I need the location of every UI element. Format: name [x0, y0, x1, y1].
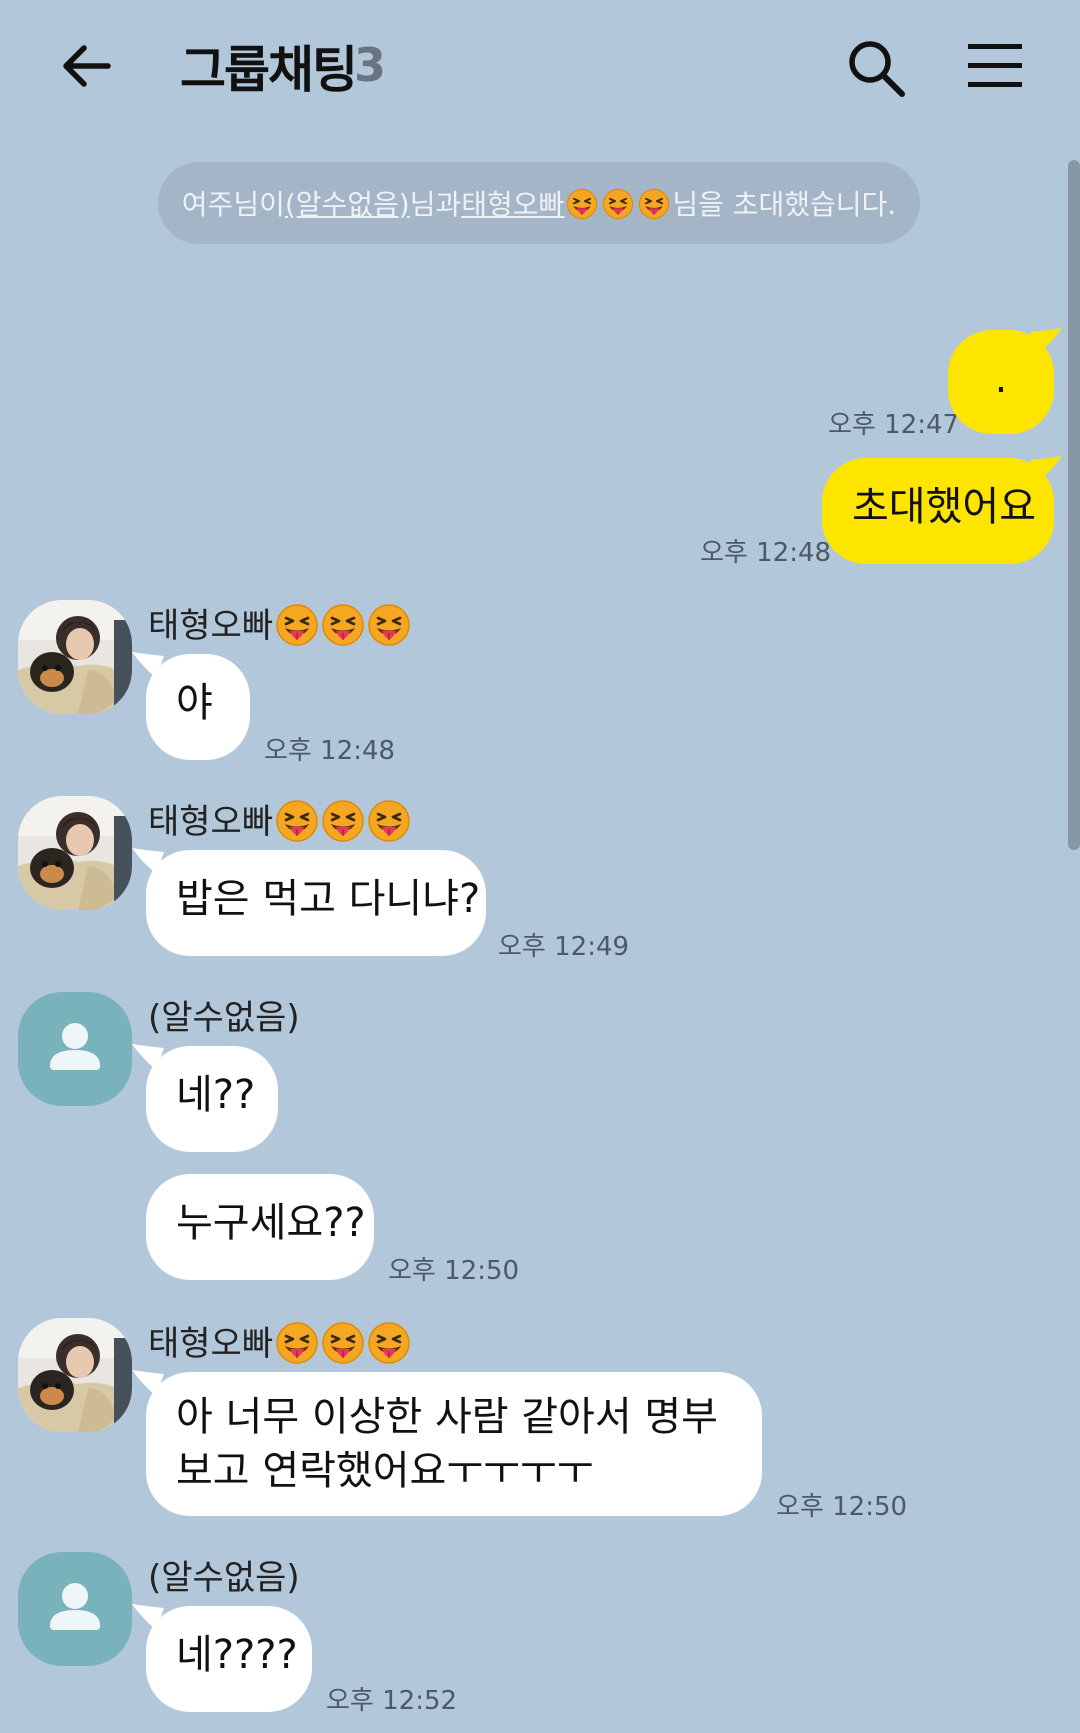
sender-name: (알수없음)	[148, 998, 300, 1038]
menu-button[interactable]	[966, 40, 1024, 92]
notice-invitee-taehyung[interactable]: 태형오빠	[461, 183, 672, 223]
tongue-emoji-icon	[321, 1321, 365, 1365]
sender-name: 태형오빠	[148, 598, 411, 647]
my-message-bubble[interactable]: 초대했어요	[822, 458, 1054, 564]
message-bubble[interactable]: 야	[146, 654, 250, 760]
tongue-emoji-icon	[321, 603, 365, 647]
hamburger-menu-icon	[968, 44, 1022, 87]
tongue-emoji-icon	[275, 603, 319, 647]
default-person-icon	[18, 1552, 132, 1666]
tongue-emoji-icon	[367, 1321, 411, 1365]
sender-label: 태형오빠	[148, 1324, 274, 1364]
message-time: 오후 12:50	[776, 1492, 908, 1522]
notice-suffix: 님을 초대했습니다.	[672, 188, 897, 221]
message-bubble[interactable]: 밥은 먹고 다니냐?	[146, 850, 486, 956]
notice-mid: 님과	[409, 188, 462, 221]
message-line: 보고 연락했어요ㅜㅜㅜㅜ	[176, 1448, 594, 1494]
avatar-taehyung[interactable]	[18, 796, 132, 910]
notice-prefix: 여주님이	[181, 188, 285, 221]
message-time: 오후 12:48	[700, 538, 832, 568]
tongue-emoji-icon	[275, 1321, 319, 1365]
tongue-emoji-icon	[275, 799, 319, 843]
chat-header: 그룹채팅 3	[0, 0, 1080, 130]
sender-name: 태형오빠	[148, 794, 411, 843]
tongue-emoji-icon	[367, 603, 411, 647]
message-bubble[interactable]: 네????	[146, 1606, 312, 1712]
notice-invitee-unknown[interactable]: (알수없음)	[285, 183, 410, 223]
message-time: 오후 12:48	[264, 736, 396, 766]
scrollbar[interactable]	[1068, 160, 1080, 850]
notice-invitee-name: 태형오빠	[461, 188, 565, 221]
search-button[interactable]	[844, 36, 908, 100]
avatar-unknown[interactable]	[18, 1552, 132, 1666]
sender-name: (알수없음)	[148, 1558, 300, 1598]
message-time: 오후 12:47	[828, 410, 960, 440]
profile-photo	[18, 600, 132, 714]
profile-photo	[18, 796, 132, 910]
arrow-left-icon	[63, 45, 111, 87]
avatar-unknown[interactable]	[18, 992, 132, 1106]
system-notice: 여주님이 (알수없음) 님과 태형오빠 님을 초대했습니다.	[158, 162, 920, 244]
chat-title: 그룹채팅	[180, 41, 358, 99]
bubble-tail	[1030, 456, 1062, 482]
back-button[interactable]	[56, 36, 116, 96]
member-count: 3	[354, 38, 387, 92]
default-person-icon	[18, 992, 132, 1106]
message-bubble[interactable]: 네??	[146, 1046, 278, 1152]
tongue-emoji-icon	[321, 799, 365, 843]
sender-name: 태형오빠	[148, 1316, 411, 1365]
profile-photo	[18, 1318, 132, 1432]
tongue-emoji-icon	[367, 799, 411, 843]
tongue-emoji-icon	[602, 188, 634, 220]
message-time: 오후 12:52	[326, 1686, 458, 1716]
message-bubble[interactable]: 아 너무 이상한 사람 같아서 명부 보고 연락했어요ㅜㅜㅜㅜ	[146, 1372, 762, 1516]
tongue-emoji-icon	[566, 188, 598, 220]
sender-label: 태형오빠	[148, 802, 274, 842]
sender-label: 태형오빠	[148, 606, 274, 646]
tongue-emoji-icon	[638, 188, 670, 220]
avatar-taehyung[interactable]	[18, 600, 132, 714]
message-line: 아 너무 이상한 사람 같아서 명부	[176, 1394, 718, 1440]
search-icon	[849, 41, 905, 97]
avatar-taehyung[interactable]	[18, 1318, 132, 1432]
message-time: 오후 12:50	[388, 1256, 520, 1286]
message-bubble[interactable]: 누구세요??	[146, 1174, 374, 1280]
bubble-tail	[1030, 328, 1062, 354]
message-time: 오후 12:49	[498, 932, 630, 962]
